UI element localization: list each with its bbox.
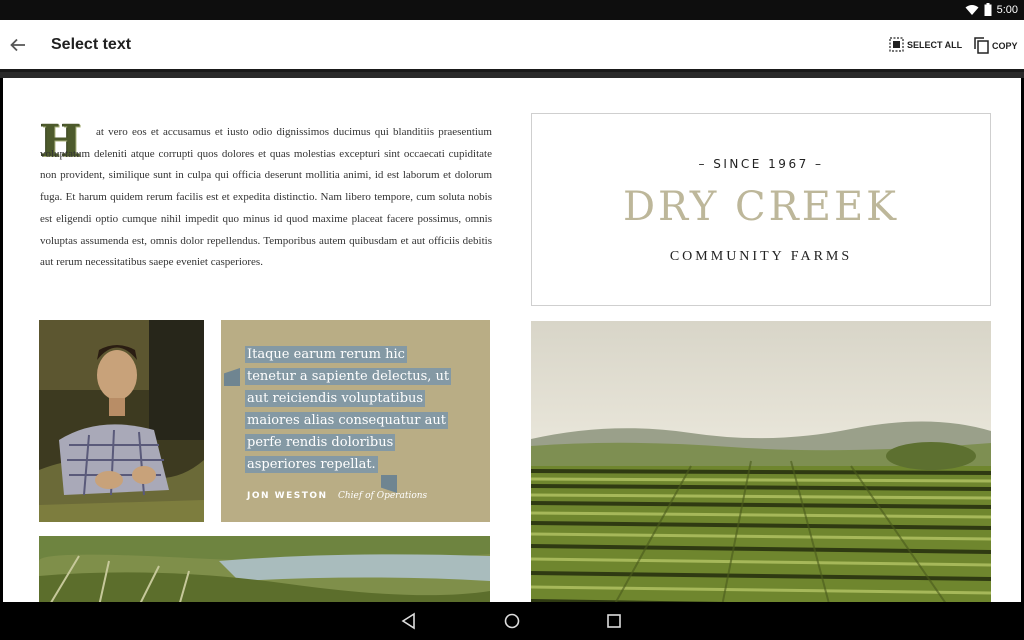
quote-line: aut reiciendis voluptatibus <box>245 390 426 407</box>
select-all-label: SELECT ALL <box>907 39 963 50</box>
selection-action-bar: Select text SELECT ALL COPY <box>0 20 1024 72</box>
copy-label: COPY <box>992 40 1018 51</box>
copy-button[interactable]: COPY <box>974 37 1018 54</box>
selection-start-handle[interactable] <box>224 368 240 386</box>
quote-card: Itaque earum rerum hic tenetur a sapient… <box>221 320 490 522</box>
field-photo <box>39 536 490 602</box>
status-time: 5:00 <box>996 3 1018 16</box>
quote-text[interactable]: Itaque earum rerum hic tenetur a sapient… <box>245 344 475 476</box>
quote-line: Itaque earum rerum hic <box>245 346 407 363</box>
nav-home-icon[interactable] <box>503 612 521 630</box>
brand-since: – SINCE 1967 – <box>698 157 824 171</box>
nav-back-icon[interactable] <box>400 612 418 630</box>
select-all-button[interactable]: SELECT ALL <box>889 37 962 52</box>
quote-author: JON WESTON <box>247 491 328 501</box>
copy-icon <box>974 37 989 54</box>
battery-icon <box>984 3 992 16</box>
quote-line: asperiores repellat. <box>245 456 378 473</box>
select-all-icon <box>889 37 904 52</box>
quote-line: maiores alias consequatur aut <box>245 412 448 429</box>
brand-name: DRY CREEK <box>622 184 900 230</box>
brand-panel: – SINCE 1967 – DRY CREEK COMMUNITY FARMS <box>531 113 991 306</box>
action-bar-title: Select text <box>51 36 132 53</box>
document-page: H at vero eos et accusamus et iusto odio… <box>3 78 1021 602</box>
vineyard-photo <box>531 321 991 602</box>
navigation-bar <box>0 602 1024 640</box>
quote-role: Chief of Operations <box>338 491 428 501</box>
nav-recents-icon[interactable] <box>605 612 623 630</box>
back-arrow-icon[interactable] <box>8 35 28 55</box>
quote-line: perfe rendis doloribus <box>245 434 396 451</box>
article-body[interactable]: at vero eos et accusamus et iusto odio d… <box>40 122 492 274</box>
wifi-icon <box>965 4 979 15</box>
quote-line: tenetur a sapiente delectus, ut <box>245 368 452 385</box>
status-bar: 5:00 <box>0 0 1024 20</box>
article-body-text: at vero eos et accusamus et iusto odio d… <box>40 126 492 269</box>
farmer-photo <box>39 320 204 522</box>
brand-subtitle: COMMUNITY FARMS <box>669 249 853 264</box>
